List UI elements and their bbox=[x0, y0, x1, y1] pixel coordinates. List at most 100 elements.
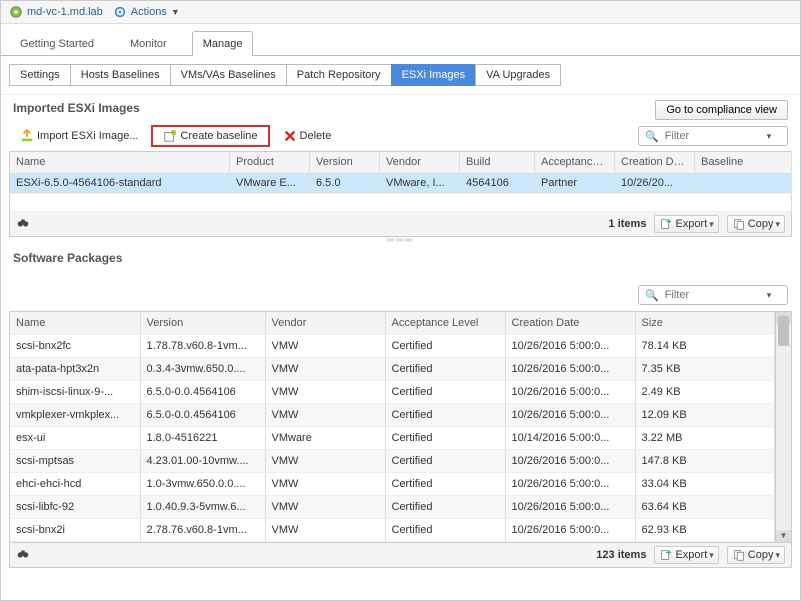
cell-size: 62.93 KB bbox=[635, 519, 775, 542]
export-button[interactable]: Export ▾ bbox=[654, 546, 718, 564]
col-baseline[interactable]: Baseline bbox=[695, 152, 792, 173]
cell-version: 4.23.01.00-10vmw.... bbox=[140, 450, 265, 473]
host-link[interactable]: md-vc-1.md.lab bbox=[9, 5, 103, 19]
table-row[interactable]: scsi-mptsas4.23.01.00-10vmw....VMWCertif… bbox=[10, 450, 775, 473]
col-product[interactable]: Product bbox=[230, 152, 310, 173]
cell-version: 6.5.0-0.0.4564106 bbox=[140, 404, 265, 427]
cell-baseline bbox=[695, 173, 792, 194]
cell-acceptance: Certified bbox=[385, 519, 505, 542]
images-table-footer: 1 items Export ▾ Copy ▾ bbox=[9, 212, 792, 237]
table-row[interactable]: shim-iscsi-linux-9-...6.5.0-0.0.4564106V… bbox=[10, 381, 775, 404]
delete-label: Delete bbox=[300, 130, 332, 142]
cell-vendor: VMware bbox=[265, 427, 385, 450]
cell-name: ata-pata-hpt3x2n bbox=[10, 358, 140, 381]
col-name[interactable]: Name bbox=[10, 152, 230, 173]
subtab-va-upgrades[interactable]: VA Upgrades bbox=[475, 64, 561, 86]
splitter-handle[interactable]: ═══ bbox=[1, 237, 800, 245]
cell-size: 147.8 KB bbox=[635, 450, 775, 473]
images-toolbar: Import ESXi Image... Create baseline Del… bbox=[1, 125, 800, 151]
packages-table-header: Name Version Vendor Acceptance Level Cre… bbox=[10, 312, 775, 335]
create-baseline-icon bbox=[163, 129, 177, 143]
images-filter[interactable]: 🔍 ▾ bbox=[638, 126, 788, 146]
images-item-count: 1 items bbox=[609, 218, 647, 230]
cell-name: scsi-mptsas bbox=[10, 450, 140, 473]
col-creation[interactable]: Creation Date bbox=[615, 152, 695, 173]
table-row[interactable]: vmkplexer-vmkplex...6.5.0-0.0.4564106VMW… bbox=[10, 404, 775, 427]
col-version[interactable]: Version bbox=[140, 312, 265, 335]
cell-version: 2.78.76.v60.8-1vm... bbox=[140, 519, 265, 542]
chevron-down-icon[interactable]: ▾ bbox=[767, 131, 772, 142]
cell-size: 3.22 MB bbox=[635, 427, 775, 450]
compliance-view-button[interactable]: Go to compliance view bbox=[655, 100, 788, 120]
export-button[interactable]: Export ▾ bbox=[654, 215, 718, 233]
table-row[interactable]: scsi-bnx2i2.78.76.v60.8-1vm...VMWCertifi… bbox=[10, 519, 775, 542]
import-esxi-image-button[interactable]: Import ESXi Image... bbox=[13, 126, 145, 146]
cell-size: 2.49 KB bbox=[635, 381, 775, 404]
chevron-down-icon[interactable]: ▾ bbox=[767, 290, 772, 301]
cell-version: 6.5.0 bbox=[310, 173, 380, 194]
scroll-thumb[interactable] bbox=[778, 316, 789, 346]
cell-creation: 10/26/2016 5:00:0... bbox=[505, 381, 635, 404]
table-row[interactable]: scsi-bnx2fc1.78.78.v60.8-1vm...VMWCertif… bbox=[10, 335, 775, 358]
cell-acceptance: Certified bbox=[385, 496, 505, 519]
table-row[interactable]: ESXi-6.5.0-4564106-standard VMware E... … bbox=[10, 173, 792, 194]
scroll-down-arrow[interactable]: ▼ bbox=[776, 530, 791, 542]
chevron-down-icon: ▾ bbox=[775, 219, 780, 230]
subtab-esxi-images[interactable]: ESXi Images bbox=[391, 64, 477, 86]
actions-menu[interactable]: Actions ▼ bbox=[113, 5, 180, 19]
table-row[interactable]: ehci-ehci-hcd1.0-3vmw.650.0.0....VMWCert… bbox=[10, 473, 775, 496]
cell-version: 0.3.4-3vmw.650.0.... bbox=[140, 358, 265, 381]
col-vendor[interactable]: Vendor bbox=[265, 312, 385, 335]
cell-vendor: VMW bbox=[265, 450, 385, 473]
cell-acceptance: Certified bbox=[385, 404, 505, 427]
cell-vendor: VMW bbox=[265, 358, 385, 381]
import-icon bbox=[20, 129, 34, 143]
header-bar: md-vc-1.md.lab Actions ▼ bbox=[1, 1, 800, 24]
cell-size: 12.09 KB bbox=[635, 404, 775, 427]
find-icon[interactable] bbox=[16, 216, 30, 233]
tab-getting-started[interactable]: Getting Started bbox=[9, 31, 105, 56]
col-size[interactable]: Size bbox=[635, 312, 775, 335]
packages-section-heading: Software Packages bbox=[1, 245, 800, 275]
subtab-vms-vas-baselines[interactable]: VMs/VAs Baselines bbox=[170, 64, 287, 86]
cell-version: 1.8.0-4516221 bbox=[140, 427, 265, 450]
col-acceptance[interactable]: Acceptance ... bbox=[535, 152, 615, 173]
images-heading: Imported ESXi Images bbox=[13, 101, 140, 115]
col-name[interactable]: Name bbox=[10, 312, 140, 335]
table-row[interactable]: esx-ui1.8.0-4516221VMwareCertified10/14/… bbox=[10, 427, 775, 450]
packages-table-footer: 123 items Export ▾ Copy ▾ bbox=[9, 543, 792, 568]
cell-vendor: VMW bbox=[265, 496, 385, 519]
table-row[interactable]: scsi-libfc-921.0.40.9.3-5vmw.6...VMWCert… bbox=[10, 496, 775, 519]
col-build[interactable]: Build bbox=[460, 152, 535, 173]
delete-button[interactable]: Delete bbox=[276, 126, 339, 146]
col-version[interactable]: Version bbox=[310, 152, 380, 173]
col-creation[interactable]: Creation Date bbox=[505, 312, 635, 335]
images-section-heading: Imported ESXi Images Go to compliance vi… bbox=[1, 95, 800, 125]
cell-creation: 10/26/2016 5:00:0... bbox=[505, 450, 635, 473]
table-row[interactable]: ata-pata-hpt3x2n0.3.4-3vmw.650.0....VMWC… bbox=[10, 358, 775, 381]
export-icon bbox=[659, 548, 673, 562]
subtab-settings[interactable]: Settings bbox=[9, 64, 71, 86]
copy-button[interactable]: Copy ▾ bbox=[727, 546, 785, 564]
chevron-down-icon: ▾ bbox=[709, 550, 714, 561]
tab-monitor[interactable]: Monitor bbox=[119, 31, 178, 56]
find-icon[interactable] bbox=[16, 547, 30, 564]
subtab-patch-repository[interactable]: Patch Repository bbox=[286, 64, 392, 86]
cell-name: scsi-bnx2i bbox=[10, 519, 140, 542]
copy-button[interactable]: Copy ▾ bbox=[727, 215, 785, 233]
packages-scrollbar[interactable]: ▲ ▼ bbox=[775, 312, 791, 542]
tab-manage[interactable]: Manage bbox=[192, 31, 254, 56]
packages-filter[interactable]: 🔍 ▾ bbox=[638, 285, 788, 305]
create-baseline-button[interactable]: Create baseline bbox=[151, 125, 269, 147]
col-acceptance[interactable]: Acceptance Level bbox=[385, 312, 505, 335]
copy-icon bbox=[732, 217, 746, 231]
gear-icon bbox=[113, 5, 127, 19]
subtab-hosts-baselines[interactable]: Hosts Baselines bbox=[70, 64, 171, 86]
cell-version: 1.0-3vmw.650.0.0.... bbox=[140, 473, 265, 496]
packages-filter-input[interactable] bbox=[663, 288, 763, 302]
col-vendor[interactable]: Vendor bbox=[380, 152, 460, 173]
cell-creation: 10/14/2016 5:00:0... bbox=[505, 427, 635, 450]
images-filter-input[interactable] bbox=[663, 129, 763, 143]
cell-name: shim-iscsi-linux-9-... bbox=[10, 381, 140, 404]
copy-label: Copy bbox=[748, 218, 774, 230]
